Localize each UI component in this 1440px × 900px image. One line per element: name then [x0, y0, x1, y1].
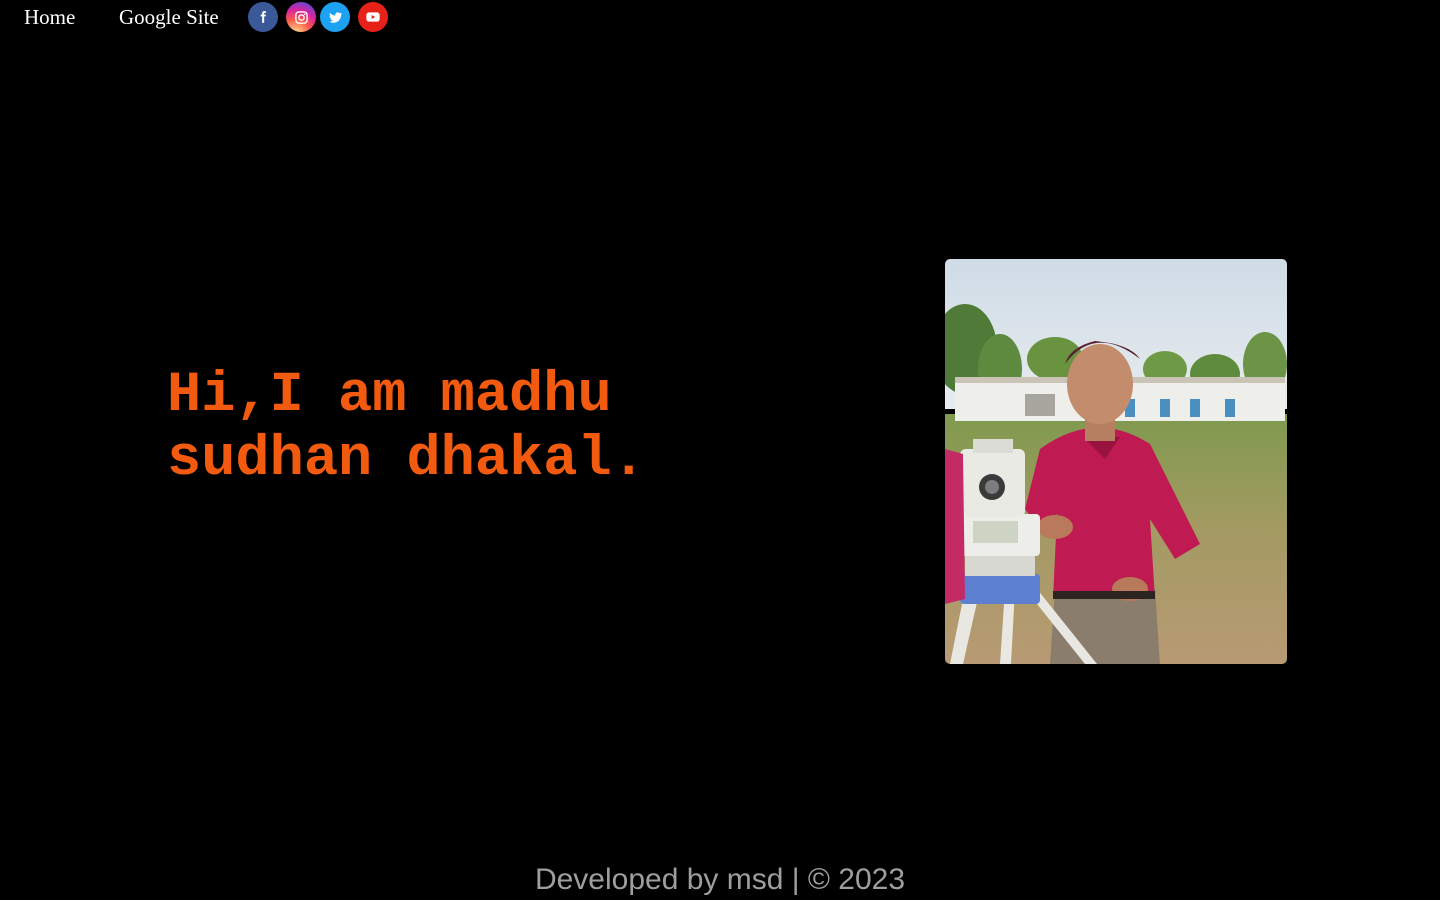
instagram-icon	[294, 10, 308, 24]
hero-headline: Hi,I am madhu sudhan dhakal.	[167, 364, 646, 492]
youtube-icon	[366, 12, 380, 22]
profile-photo	[945, 259, 1287, 664]
twitter-link[interactable]	[320, 2, 350, 32]
nav-home-link[interactable]: Home	[24, 4, 75, 30]
twitter-icon	[328, 11, 342, 23]
facebook-icon	[260, 11, 266, 23]
facebook-link[interactable]	[248, 2, 278, 32]
youtube-link[interactable]	[358, 2, 388, 32]
nav-google-site-link[interactable]: Google Site	[119, 4, 219, 30]
footer-credit: Developed by msd | © 2023	[534, 863, 906, 896]
top-nav: Home Google Site	[0, 0, 1440, 34]
instagram-link[interactable]	[286, 2, 316, 32]
